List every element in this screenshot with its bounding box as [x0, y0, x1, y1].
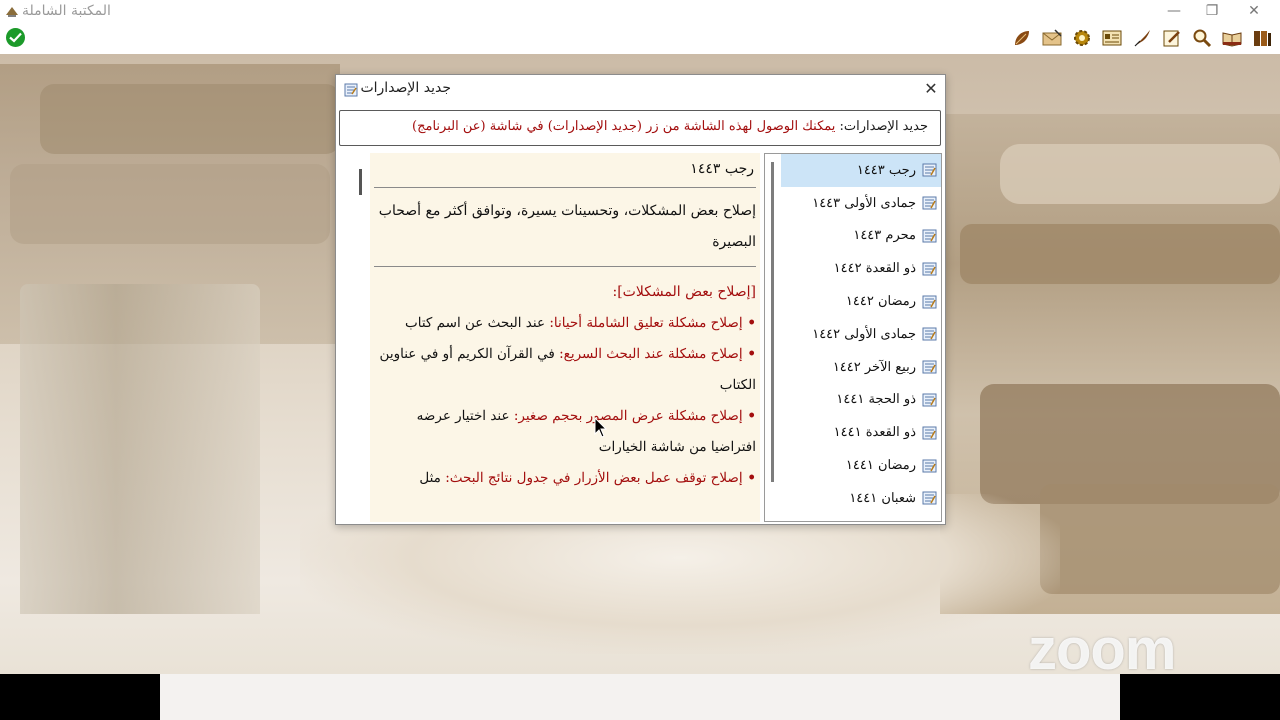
release-note-icon	[922, 426, 937, 440]
edit-icon[interactable]	[1160, 26, 1184, 50]
release-notes-dialog: جديد الإصدارات ✕ جديد الإصدارات: يمكنك ا…	[335, 74, 946, 525]
version-list-item[interactable]: جمادى الأولى ١٤٤٣	[781, 187, 941, 220]
version-list-item[interactable]: جمادى الأولى ١٤٤٢	[781, 318, 941, 351]
version-label: ذو الحجة ١٤٤١	[836, 392, 916, 408]
background-book	[10, 164, 330, 244]
background-book	[960, 224, 1280, 284]
open-book-icon[interactable]	[1220, 26, 1244, 50]
notice-label: جديد الإصدارات:	[839, 119, 928, 134]
version-list-item[interactable]: شعبان ١٤٤١	[781, 482, 941, 515]
fix-item: • إصلاح مشكلة عرض المصور بحجم صغير: عند …	[374, 401, 756, 463]
version-list-item[interactable]: رمضان ١٤٤٢	[781, 285, 941, 318]
zoom-watermark: zoom	[1028, 617, 1176, 682]
minimize-button[interactable]: —	[1154, 0, 1194, 22]
scrollbar-thumb[interactable]	[771, 162, 774, 482]
bottom-band	[160, 674, 1120, 720]
panel-icon[interactable]	[1100, 26, 1124, 50]
release-note-icon	[922, 262, 937, 276]
settings-gear-icon[interactable]	[1070, 26, 1094, 50]
version-list-item[interactable]: رمضان ١٤٤١	[781, 449, 941, 482]
release-note-icon	[922, 393, 937, 407]
release-intro: إصلاح بعض المشكلات، وتحسينات يسيرة، وتوا…	[374, 196, 756, 267]
app-title: المكتبة الشاملة	[22, 3, 111, 19]
release-note-icon	[922, 196, 937, 210]
leaf-icon[interactable]	[1010, 26, 1034, 50]
versions-scrollbar[interactable]	[765, 154, 781, 521]
release-note-icon	[922, 163, 937, 177]
version-label: جمادى الأولى ١٤٤٣	[812, 195, 916, 211]
dialog-title: جديد الإصدارات	[360, 80, 451, 96]
release-content: رجب ١٤٤٣ إصلاح بعض المشكلات، وتحسينات يس…	[354, 153, 760, 522]
version-label: جمادى الأولى ١٤٤٢	[812, 326, 916, 342]
fix-title: إصلاح مشكلة تعليق الشاملة أحيانا:	[549, 315, 743, 331]
fix-description: مثل	[419, 470, 441, 486]
restore-button[interactable]: ❐	[1192, 0, 1232, 22]
window-close-button[interactable]: ✕	[1234, 0, 1274, 22]
version-list-item[interactable]: ربيع الآخر ١٤٤٢	[781, 351, 941, 384]
background-book	[1000, 144, 1280, 204]
notice-box: جديد الإصدارات: يمكنك الوصول لهذه الشاشة…	[339, 110, 941, 146]
fix-item: • إصلاح توقف عمل بعض الأزرار في جدول نتا…	[374, 463, 756, 494]
bullet-icon: •	[742, 470, 756, 486]
release-note-icon	[922, 459, 937, 473]
fix-item: • إصلاح مشكلة عند البحث السريع: في القرآ…	[374, 339, 756, 401]
version-label: رمضان ١٤٤٢	[845, 294, 916, 310]
fix-title: إصلاح توقف عمل بعض الأزرار في جدول نتائج…	[445, 470, 743, 486]
quill-icon[interactable]	[1130, 26, 1154, 50]
status-ok-icon	[6, 28, 25, 47]
window-titlebar: المكتبة الشاملة — ❐ ✕	[0, 0, 1280, 24]
version-label: ذو القعدة ١٤٤١	[833, 425, 916, 441]
bullet-icon: •	[742, 408, 756, 424]
version-label: رجب ١٤٤٣	[856, 162, 916, 178]
books-icon[interactable]	[1250, 26, 1274, 50]
main-toolbar	[0, 24, 1280, 54]
search-icon[interactable]	[1190, 26, 1214, 50]
mouse-cursor-icon	[594, 416, 608, 443]
content-scrollbar[interactable]	[354, 153, 370, 522]
background-book	[40, 84, 340, 154]
version-list-item[interactable]: محرم ١٤٤٣	[781, 220, 941, 253]
fix-item: • إصلاح مشكلة تعليق الشاملة أحيانا: عند …	[374, 308, 756, 339]
version-label: رمضان ١٤٤١	[845, 458, 916, 474]
versions-list[interactable]: رجب ١٤٤٣ جمادى الأولى ١٤٤٣ محرم ١٤٤٣ ذو الق…	[764, 153, 942, 522]
background-book	[1040, 484, 1280, 594]
app-logo-icon	[4, 3, 20, 19]
version-list-item[interactable]: ذو الحجة ١٤٤١	[781, 384, 941, 417]
version-label: محرم ١٤٤٣	[853, 228, 916, 244]
bullet-icon: •	[742, 346, 756, 362]
bullet-icon: •	[742, 315, 756, 331]
scrollbar-thumb[interactable]	[359, 169, 362, 195]
release-note-icon	[922, 360, 937, 374]
background-shelf	[20, 284, 260, 614]
version-label: ربيع الآخر ١٤٤٢	[832, 359, 916, 375]
release-note-icon	[922, 229, 937, 243]
dialog-titlebar: جديد الإصدارات ✕	[336, 75, 945, 105]
version-label: شعبان ١٤٤١	[849, 490, 916, 506]
version-label: ذو القعدة ١٤٤٢	[833, 261, 916, 277]
fix-title: إصلاح مشكلة عرض المصور بحجم صغير:	[513, 408, 743, 424]
version-list-item[interactable]: رجب ١٤٤٣	[781, 154, 941, 187]
fix-description: عند البحث عن اسم كتاب	[405, 315, 546, 331]
fix-title: إصلاح مشكلة عند البحث السريع:	[559, 346, 743, 362]
release-note-icon	[922, 295, 937, 309]
release-note-icon	[922, 491, 937, 505]
notice-text: يمكنك الوصول لهذه الشاشة من زر (جديد الإ…	[412, 119, 836, 134]
version-list-item[interactable]: ذو القعدة ١٤٤١	[781, 416, 941, 449]
release-heading: رجب ١٤٤٣	[374, 153, 756, 188]
dialog-close-button[interactable]: ✕	[922, 79, 940, 99]
envelope-icon[interactable]	[1040, 26, 1064, 50]
section-title: [إصلاح بعض المشكلات]:	[612, 284, 756, 300]
version-list-item[interactable]: ذو القعدة ١٤٤٢	[781, 252, 941, 285]
dialog-title-icon	[344, 82, 358, 97]
release-note-icon	[922, 327, 937, 341]
